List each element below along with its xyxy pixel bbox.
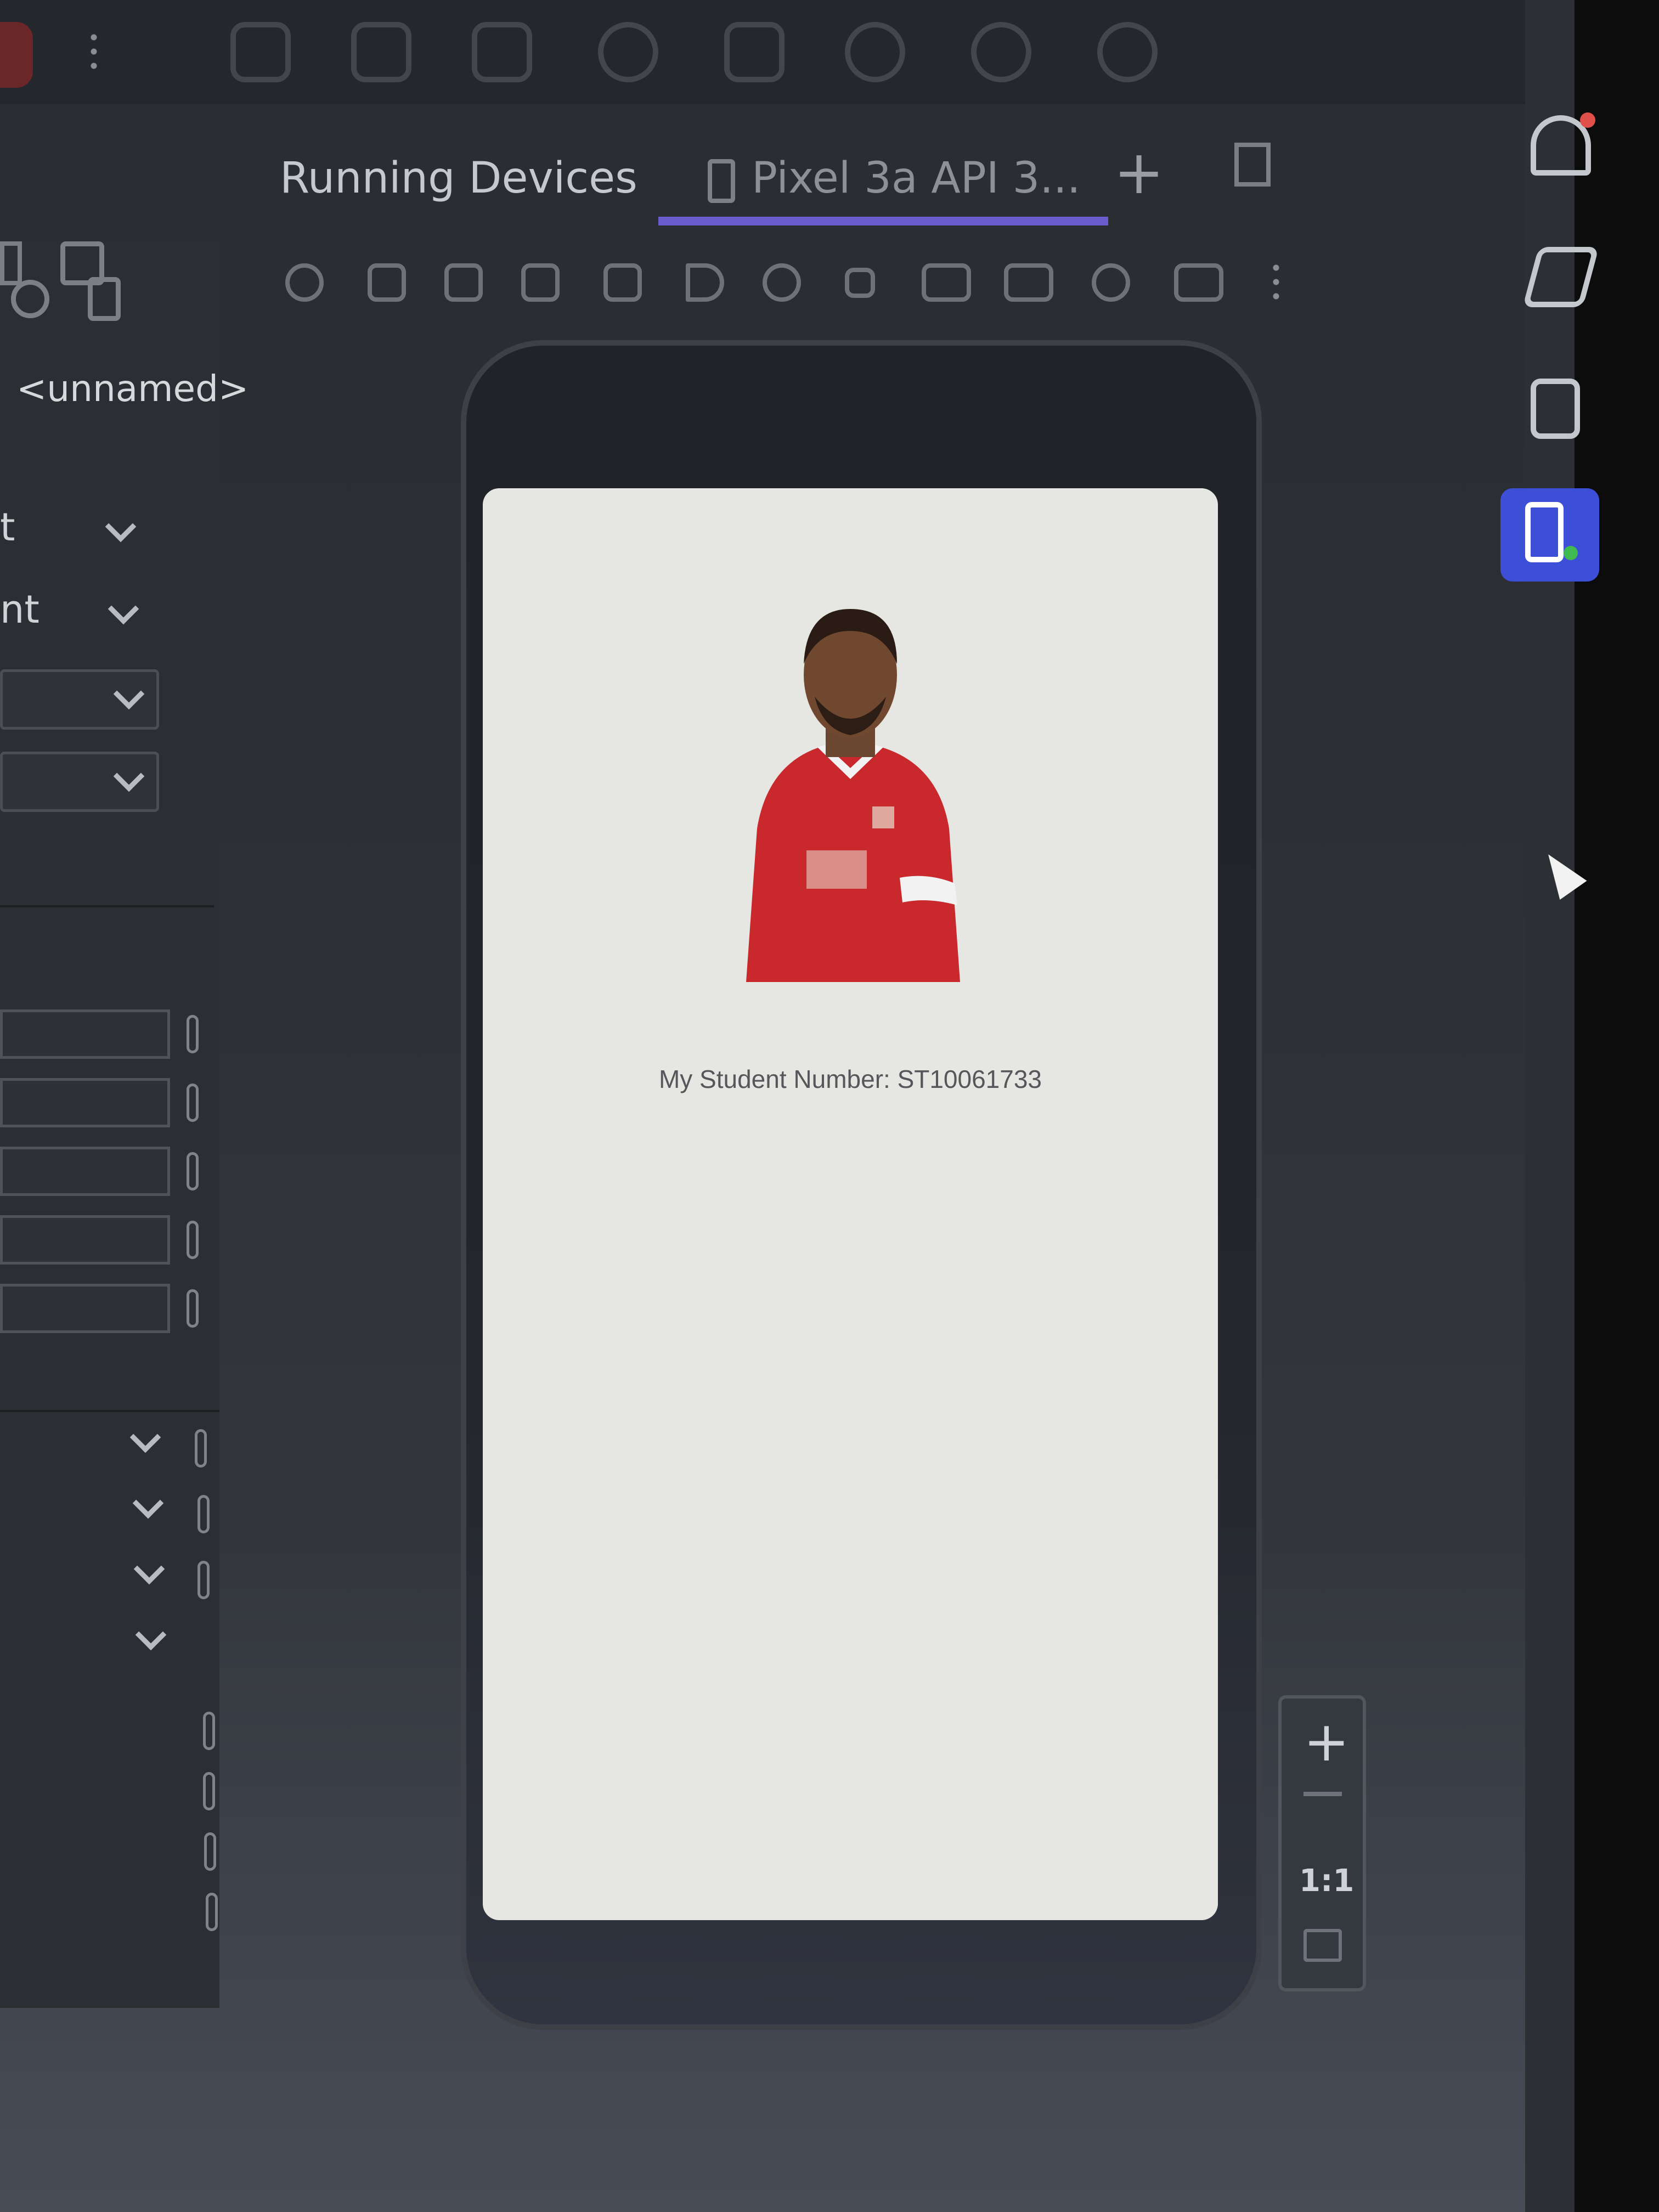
device-manager-icon[interactable] bbox=[1531, 379, 1580, 439]
emulator-toolbar bbox=[252, 247, 1322, 324]
resource-picker-icon[interactable] bbox=[187, 1084, 199, 1122]
property-dropdown[interactable] bbox=[0, 752, 159, 812]
zoom-fit-icon[interactable] bbox=[1304, 1929, 1342, 1962]
back-icon[interactable] bbox=[686, 263, 724, 302]
resource-picker-icon[interactable] bbox=[204, 1832, 216, 1871]
resource-picker-icon[interactable] bbox=[195, 1429, 207, 1468]
tab-pixel-label: Pixel 3a API 3... bbox=[752, 154, 1081, 203]
player-image bbox=[746, 609, 960, 982]
running-devices-tab-bar: Running Devices Pixel 3a API 3... + bbox=[230, 126, 1525, 230]
resource-picker-icon[interactable] bbox=[203, 1712, 215, 1750]
snapshot-icon[interactable] bbox=[1092, 263, 1130, 302]
status-dot bbox=[1564, 546, 1578, 560]
section-divider bbox=[0, 905, 214, 907]
resource-picker-icon[interactable] bbox=[203, 1772, 215, 1810]
zoom-actual-size-button[interactable]: 1:1 bbox=[1299, 1863, 1354, 1899]
resource-picker-icon[interactable] bbox=[187, 1152, 199, 1190]
debug-icon[interactable] bbox=[598, 22, 658, 82]
active-tab-indicator bbox=[658, 217, 1108, 225]
run-icon[interactable] bbox=[0, 22, 33, 88]
chevron-down-icon[interactable] bbox=[132, 1487, 164, 1519]
resource-picker-icon[interactable] bbox=[187, 1221, 199, 1259]
chevron-down-icon[interactable] bbox=[133, 1553, 165, 1585]
tab-running-devices[interactable]: Running Devices bbox=[280, 154, 637, 203]
more-icon[interactable] bbox=[1273, 261, 1279, 304]
property-dropdown[interactable] bbox=[0, 669, 159, 730]
rotate-right-icon[interactable] bbox=[603, 263, 642, 302]
home-icon[interactable] bbox=[763, 263, 801, 302]
rotate-left-icon[interactable] bbox=[521, 263, 560, 302]
right-tool-strip bbox=[1525, 0, 1575, 2212]
account-icon[interactable] bbox=[1097, 22, 1158, 82]
chevron-down-icon[interactable] bbox=[135, 1619, 167, 1651]
build-icon[interactable] bbox=[351, 22, 411, 82]
student-number-text: My Student Number: ST10061733 bbox=[658, 1065, 1042, 1093]
property-value: nt bbox=[0, 587, 40, 632]
notification-badge bbox=[1580, 112, 1595, 128]
chevron-down-icon[interactable] bbox=[105, 511, 137, 543]
property-field[interactable] bbox=[0, 1215, 170, 1265]
power-icon[interactable] bbox=[285, 263, 324, 302]
component-name: <unnamed> bbox=[16, 368, 249, 410]
running-devices-tool-button[interactable] bbox=[1500, 488, 1599, 582]
chevron-down-icon[interactable] bbox=[108, 593, 139, 625]
search-icon[interactable] bbox=[11, 280, 49, 318]
search-icon[interactable] bbox=[845, 22, 905, 82]
phone-icon bbox=[708, 159, 735, 203]
resource-picker-icon[interactable] bbox=[206, 1893, 218, 1931]
screenshot-icon[interactable] bbox=[922, 263, 971, 302]
chevron-down-icon[interactable] bbox=[129, 1421, 161, 1453]
volume-down-icon[interactable] bbox=[444, 263, 483, 302]
chevron-down-icon bbox=[113, 678, 145, 710]
overview-icon[interactable] bbox=[845, 268, 875, 298]
property-field[interactable] bbox=[0, 1009, 170, 1059]
volume-up-icon[interactable] bbox=[368, 263, 406, 302]
restore-icon[interactable] bbox=[1234, 143, 1271, 187]
tab-pixel-device[interactable]: Pixel 3a API 3... bbox=[686, 143, 1136, 219]
chevron-down-icon bbox=[113, 760, 145, 792]
section-divider bbox=[0, 1410, 219, 1412]
main-toolbar bbox=[0, 0, 1525, 104]
property-field[interactable] bbox=[0, 1078, 170, 1127]
attributes-panel: <unnamed> t nt bbox=[0, 241, 249, 2008]
property-value: t bbox=[0, 505, 15, 550]
monitor-bezel bbox=[1575, 0, 1659, 2212]
extended-controls-icon[interactable] bbox=[1174, 263, 1223, 302]
zoom-controls: + 1:1 bbox=[1278, 1695, 1366, 1991]
profiler-icon[interactable] bbox=[724, 22, 785, 82]
resource-picker-icon[interactable] bbox=[198, 1495, 210, 1533]
zoom-in-button[interactable]: + bbox=[1304, 1709, 1350, 1774]
zoom-out-button[interactable] bbox=[1304, 1792, 1342, 1796]
record-icon[interactable] bbox=[1004, 263, 1053, 302]
panel-icon[interactable] bbox=[0, 241, 22, 285]
add-device-button[interactable]: + bbox=[1114, 137, 1164, 207]
property-field[interactable] bbox=[0, 1147, 170, 1196]
resource-picker-icon[interactable] bbox=[187, 1289, 199, 1328]
emulator-screen[interactable]: My Student Number: ST10061733 bbox=[483, 488, 1218, 1920]
property-field[interactable] bbox=[0, 1284, 170, 1333]
running-devices-icon bbox=[1525, 502, 1564, 562]
resource-picker-icon[interactable] bbox=[187, 1015, 199, 1053]
more-icon[interactable] bbox=[91, 30, 97, 74]
device-manager-icon[interactable] bbox=[230, 22, 291, 82]
settings-icon[interactable] bbox=[971, 22, 1031, 82]
sync-icon[interactable] bbox=[472, 22, 532, 82]
resource-picker-icon[interactable] bbox=[198, 1561, 210, 1599]
settings-icon[interactable] bbox=[88, 277, 121, 321]
